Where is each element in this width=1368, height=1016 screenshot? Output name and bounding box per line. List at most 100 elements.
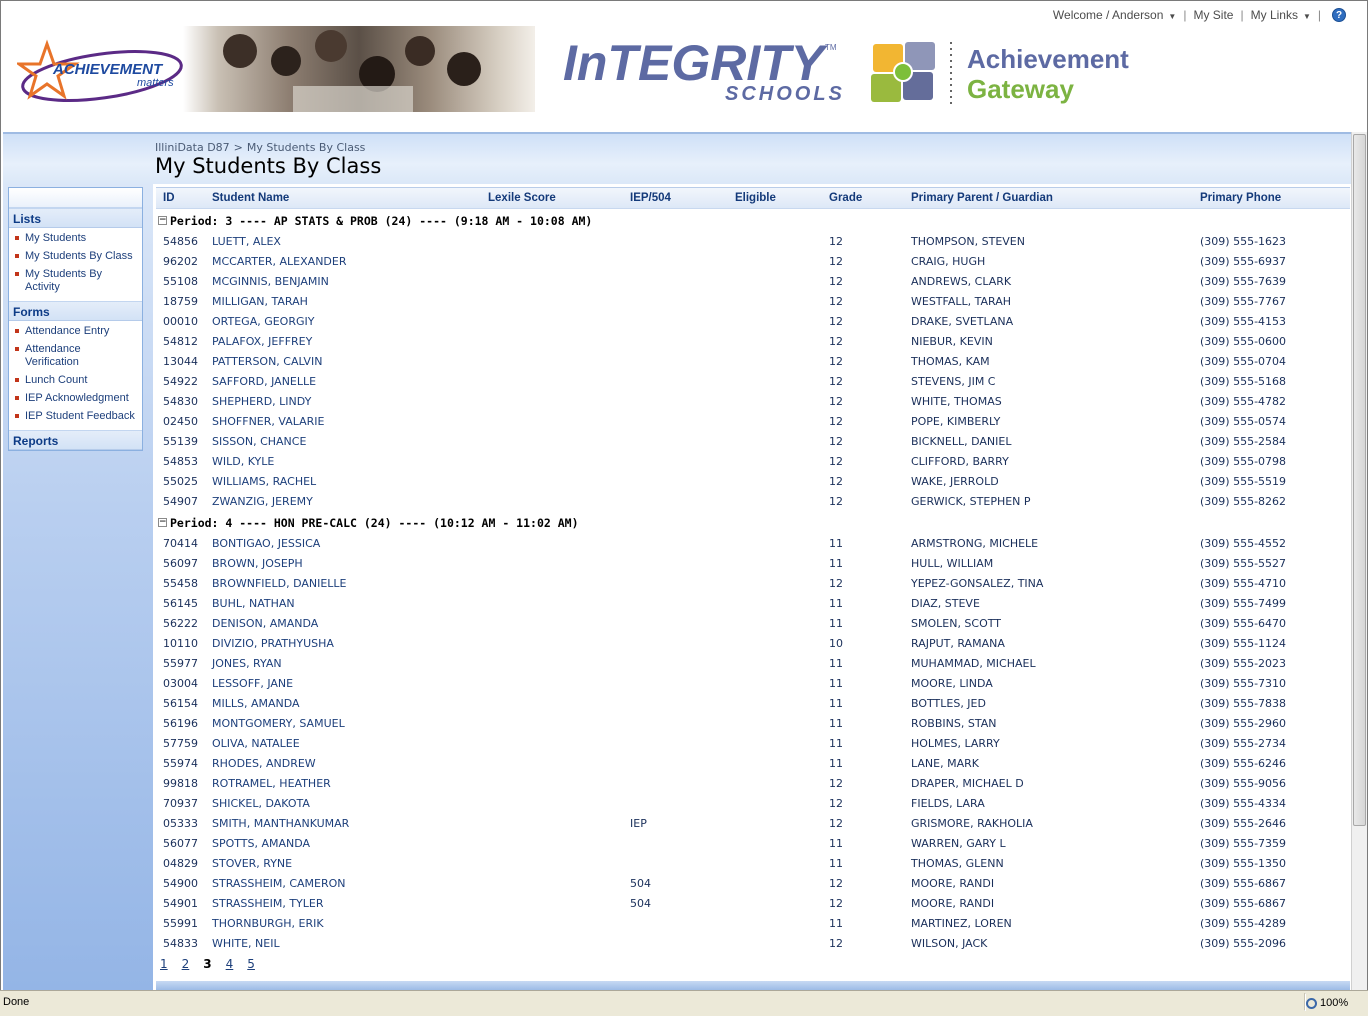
integrity-schools-logo[interactable]: InTEGRITY TM SCHOOLS Achievement Gateway: [563, 34, 1143, 114]
column-header-primary-phone[interactable]: Primary Phone: [1200, 192, 1281, 204]
cell-student-name[interactable]: SHICKEL, DAKOTA: [212, 797, 310, 810]
cell-student-name[interactable]: DIVIZIO, PRATHYUSHA: [212, 637, 334, 650]
cell-student-name[interactable]: BROWN, JOSEPH: [212, 557, 303, 570]
table-row[interactable]: 70937 SHICKEL, DAKOTA 12 FIELDS, LARA (309) …: [156, 794, 1350, 814]
cell-student-name[interactable]: OLIVA, NATALEE: [212, 737, 300, 750]
ql-header-lists[interactable]: Lists: [9, 208, 142, 228]
table-row[interactable]: 55025 WILLIAMS, RACHEL 12 WAKE, JERROLD (309…: [156, 472, 1350, 492]
table-row[interactable]: 54907 ZWANZIG, JEREMY 12 GERWICK, STEPHEN P…: [156, 492, 1350, 512]
page-link-5[interactable]: 5: [247, 957, 255, 971]
cell-student-name[interactable]: MCCARTER, ALEXANDER: [212, 255, 346, 268]
help-icon[interactable]: ?: [1332, 8, 1346, 22]
cell-student-name[interactable]: MONTGOMERY, SAMUEL: [212, 717, 345, 730]
collapse-toggle-icon[interactable]: −: [158, 518, 167, 527]
table-row[interactable]: 56154 MILLS, AMANDA 11 BOTTLES, JED (309) 55…: [156, 694, 1350, 714]
table-row[interactable]: 55139 SISSON, CHANCE 12 BICKNELL, DANIEL (30…: [156, 432, 1350, 452]
my-site-link[interactable]: My Site: [1193, 8, 1233, 22]
column-header-grade[interactable]: Grade: [829, 192, 862, 204]
cell-student-name[interactable]: RHODES, ANDREW: [212, 757, 316, 770]
ql-item-my-students[interactable]: My Students: [9, 230, 142, 248]
table-row[interactable]: 54900 STRASSHEIM, CAMERON 504 12 MOORE, RAND…: [156, 874, 1350, 894]
ql-header-forms[interactable]: Forms: [9, 301, 142, 321]
cell-student-name[interactable]: LESSOFF, JANE: [212, 677, 293, 690]
table-row[interactable]: 03004 LESSOFF, JANE 11 MOORE, LINDA (309) 55…: [156, 674, 1350, 694]
cell-student-name[interactable]: JONES, RYAN: [212, 657, 282, 670]
cell-student-name[interactable]: ORTEGA, GEORGIY: [212, 315, 314, 328]
column-header-iep-504[interactable]: IEP/504: [630, 192, 671, 204]
table-row[interactable]: 57759 OLIVA, NATALEE 11 HOLMES, LARRY (309) …: [156, 734, 1350, 754]
cell-student-name[interactable]: STRASSHEIM, TYLER: [212, 897, 324, 910]
cell-student-name[interactable]: LUETT, ALEX: [212, 235, 281, 248]
ql-item-my-students-by-class[interactable]: My Students By Class: [9, 248, 142, 266]
ql-item-iep-student-feedback[interactable]: IEP Student Feedback: [9, 408, 142, 426]
table-row[interactable]: 55974 RHODES, ANDREW 11 LANE, MARK (309) 555…: [156, 754, 1350, 774]
table-row[interactable]: 56077 SPOTTS, AMANDA 11 WARREN, GARY L (309)…: [156, 834, 1350, 854]
page-link-4[interactable]: 4: [226, 957, 234, 971]
column-header-lexile-score[interactable]: Lexile Score: [488, 192, 556, 204]
cell-student-name[interactable]: THORNBURGH, ERIK: [212, 917, 324, 930]
cell-student-name[interactable]: BROWNFIELD, DANIELLE: [212, 577, 347, 590]
table-row[interactable]: 04829 STOVER, RYNE 11 THOMAS, GLENN (309) 55…: [156, 854, 1350, 874]
cell-student-name[interactable]: SHOFFNER, VALARIE: [212, 415, 324, 428]
my-links-menu[interactable]: My Links ▼: [1251, 8, 1311, 22]
welcome-menu[interactable]: Welcome / Anderson ▼: [1053, 8, 1176, 22]
cell-student-name[interactable]: ZWANZIG, JEREMY: [212, 495, 313, 508]
ql-header-reports[interactable]: Reports: [9, 430, 142, 450]
table-row[interactable]: 54922 SAFFORD, JANELLE 12 STEVENS, JIM C (30…: [156, 372, 1350, 392]
column-header-student-name[interactable]: Student Name: [212, 192, 289, 204]
table-row[interactable]: 54812 PALAFOX, JEFFREY 12 NIEBUR, KEVIN (309…: [156, 332, 1350, 352]
table-row[interactable]: 54853 WILD, KYLE 12 CLIFFORD, BARRY (309) 55…: [156, 452, 1350, 472]
cell-student-name[interactable]: BONTIGAO, JESSICA: [212, 537, 320, 550]
breadcrumb-root-link[interactable]: IlliniData D87: [155, 141, 230, 154]
ql-item-iep-acknowledgment[interactable]: IEP Acknowledgment: [9, 390, 142, 408]
cell-student-name[interactable]: ROTRAMEL, HEATHER: [212, 777, 331, 790]
table-row[interactable]: 56097 BROWN, JOSEPH 11 HULL, WILLIAM (309) 5…: [156, 554, 1350, 574]
cell-student-name[interactable]: SAFFORD, JANELLE: [212, 375, 316, 388]
table-row[interactable]: 18759 MILLIGAN, TARAH 12 WESTFALL, TARAH (30…: [156, 292, 1350, 312]
column-header-primary-parent[interactable]: Primary Parent / Guardian: [911, 192, 1053, 204]
table-row[interactable]: 54833 WHITE, NEIL 12 WILSON, JACK (309) 555-…: [156, 934, 1350, 954]
ql-item-lunch-count[interactable]: Lunch Count: [9, 372, 142, 390]
ql-item-attendance-verification[interactable]: Attendance Verification: [9, 341, 142, 372]
table-row[interactable]: 55458 BROWNFIELD, DANIELLE 12 YEPEZ-GONSALE…: [156, 574, 1350, 594]
cell-student-name[interactable]: SMITH, MANTHANKUMAR: [212, 817, 349, 830]
table-row[interactable]: 55977 JONES, RYAN 11 MUHAMMAD, MICHAEL (309)…: [156, 654, 1350, 674]
ql-item-my-students-by-activity[interactable]: My Students By Activity: [9, 266, 142, 297]
cell-student-name[interactable]: SISSON, CHANCE: [212, 435, 306, 448]
column-header-eligible[interactable]: Eligible: [735, 192, 776, 204]
cell-student-name[interactable]: PATTERSON, CALVIN: [212, 355, 322, 368]
vertical-scrollbar[interactable]: [1351, 132, 1367, 990]
table-row[interactable]: 56222 DENISON, AMANDA 11 SMOLEN, SCOTT (309)…: [156, 614, 1350, 634]
cell-student-name[interactable]: STOVER, RYNE: [212, 857, 292, 870]
achievement-matters-logo[interactable]: ACHIEVEMENT matters: [17, 36, 187, 110]
cell-student-name[interactable]: SPOTTS, AMANDA: [212, 837, 310, 850]
table-row[interactable]: 55108 MCGINNIS, BENJAMIN 12 ANDREWS, CLARK (…: [156, 272, 1350, 292]
column-header-id[interactable]: ID: [163, 192, 175, 204]
table-row[interactable]: 99818 ROTRAMEL, HEATHER 12 DRAPER, MICHAEL …: [156, 774, 1350, 794]
table-row[interactable]: 96202 MCCARTER, ALEXANDER 12 CRAIG, HUGH (30…: [156, 252, 1350, 272]
table-row[interactable]: 05333 SMITH, MANTHANKUMAR IEP 12 GRISMORE, R…: [156, 814, 1350, 834]
table-row[interactable]: 54830 SHEPHERD, LINDY 12 WHITE, THOMAS (309)…: [156, 392, 1350, 412]
page-link-2[interactable]: 2: [182, 957, 190, 971]
cell-student-name[interactable]: MCGINNIS, BENJAMIN: [212, 275, 329, 288]
table-row[interactable]: 54856 LUETT, ALEX 12 THOMPSON, STEVEN (309) …: [156, 232, 1350, 252]
table-row[interactable]: 13044 PATTERSON, CALVIN 12 THOMAS, KAM (309)…: [156, 352, 1350, 372]
table-row[interactable]: 00010 ORTEGA, GEORGIY 12 DRAKE, SVETLANA (30…: [156, 312, 1350, 332]
cell-student-name[interactable]: SHEPHERD, LINDY: [212, 395, 311, 408]
cell-student-name[interactable]: PALAFOX, JEFFREY: [212, 335, 312, 348]
cell-student-name[interactable]: BUHL, NATHAN: [212, 597, 295, 610]
table-row[interactable]: 56145 BUHL, NATHAN 11 DIAZ, STEVE (309) 555-…: [156, 594, 1350, 614]
page-link-1[interactable]: 1: [160, 957, 168, 971]
table-row[interactable]: 70414 BONTIGAO, JESSICA 11 ARMSTRONG, MICHE…: [156, 534, 1350, 554]
table-row[interactable]: 02450 SHOFFNER, VALARIE 12 POPE, KIMBERLY (3…: [156, 412, 1350, 432]
table-row[interactable]: 10110 DIVIZIO, PRATHYUSHA 10 RAJPUT, RAMANA…: [156, 634, 1350, 654]
zoom-control[interactable]: 100%: [1306, 994, 1364, 1012]
breadcrumb-current[interactable]: My Students By Class: [247, 141, 366, 154]
cell-student-name[interactable]: WILLIAMS, RACHEL: [212, 475, 316, 488]
cell-student-name[interactable]: DENISON, AMANDA: [212, 617, 318, 630]
ql-item-attendance-entry[interactable]: Attendance Entry: [9, 323, 142, 341]
table-row[interactable]: 54901 STRASSHEIM, TYLER 504 12 MOORE, RANDI (…: [156, 894, 1350, 914]
scrollbar-thumb[interactable]: [1353, 134, 1366, 826]
collapse-toggle-icon[interactable]: −: [158, 216, 167, 225]
cell-student-name[interactable]: MILLIGAN, TARAH: [212, 295, 308, 308]
